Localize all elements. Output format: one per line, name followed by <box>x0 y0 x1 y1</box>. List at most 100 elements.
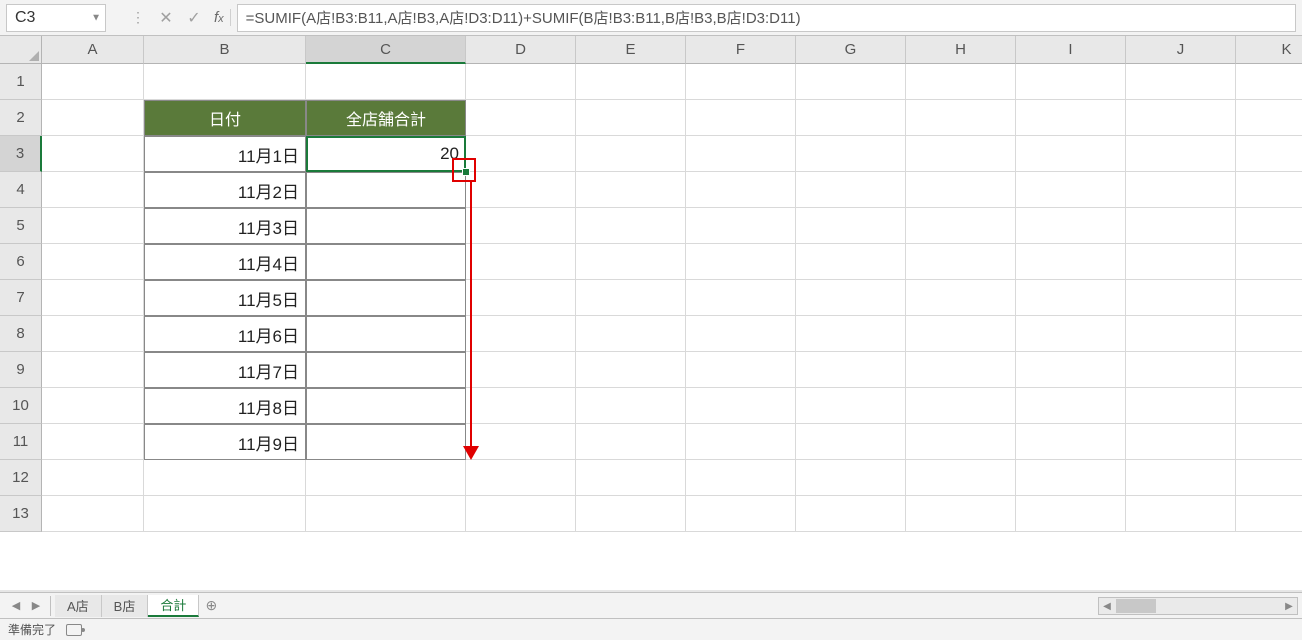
cancel-icon[interactable]: ✕ <box>152 4 180 32</box>
cell[interactable] <box>576 64 686 100</box>
fill-handle[interactable] <box>462 168 470 176</box>
cell[interactable] <box>1236 208 1302 244</box>
total-cell[interactable] <box>306 208 466 244</box>
cell[interactable] <box>576 424 686 460</box>
cell[interactable] <box>576 100 686 136</box>
cell[interactable] <box>1126 100 1236 136</box>
cell[interactable] <box>906 64 1016 100</box>
cell[interactable] <box>686 424 796 460</box>
cell[interactable] <box>1236 172 1302 208</box>
cell[interactable] <box>576 496 686 532</box>
cell[interactable] <box>466 388 576 424</box>
cell[interactable] <box>796 64 906 100</box>
cell[interactable] <box>576 172 686 208</box>
cell[interactable] <box>1126 424 1236 460</box>
cell[interactable] <box>42 460 144 496</box>
cell[interactable] <box>906 208 1016 244</box>
date-cell[interactable]: 11月6日 <box>144 316 306 352</box>
cell[interactable] <box>1016 460 1126 496</box>
cell[interactable] <box>686 172 796 208</box>
cell[interactable] <box>42 496 144 532</box>
cell[interactable] <box>42 424 144 460</box>
sheet-tab[interactable]: 合計 <box>148 595 199 617</box>
cell[interactable] <box>906 460 1016 496</box>
column-header[interactable]: F <box>686 36 796 64</box>
row-header[interactable]: 5 <box>0 208 42 244</box>
cell[interactable] <box>576 136 686 172</box>
macro-record-icon[interactable] <box>66 624 82 636</box>
cell[interactable] <box>1236 316 1302 352</box>
cell[interactable] <box>576 316 686 352</box>
cell[interactable] <box>796 136 906 172</box>
cell[interactable] <box>686 280 796 316</box>
cell[interactable] <box>576 352 686 388</box>
column-header[interactable]: C <box>306 36 466 64</box>
column-header[interactable]: J <box>1126 36 1236 64</box>
cell[interactable] <box>686 244 796 280</box>
cell[interactable] <box>796 208 906 244</box>
function-menu-icon[interactable]: ⋮ <box>124 4 152 32</box>
date-cell[interactable]: 11月5日 <box>144 280 306 316</box>
total-cell[interactable] <box>306 172 466 208</box>
cell[interactable] <box>466 244 576 280</box>
table-header-date[interactable]: 日付 <box>144 100 306 136</box>
cell[interactable] <box>466 64 576 100</box>
sheet-tab[interactable]: B店 <box>102 595 149 617</box>
enter-icon[interactable]: ✓ <box>180 4 208 32</box>
name-box[interactable]: C3 ▼ <box>6 4 106 32</box>
row-header[interactable]: 10 <box>0 388 42 424</box>
cell[interactable] <box>1236 244 1302 280</box>
cell[interactable] <box>1016 208 1126 244</box>
cell[interactable] <box>1126 208 1236 244</box>
cell[interactable] <box>576 460 686 496</box>
column-header[interactable]: A <box>42 36 144 64</box>
cell[interactable] <box>686 64 796 100</box>
cell[interactable] <box>42 280 144 316</box>
cell[interactable] <box>796 172 906 208</box>
cell[interactable] <box>906 244 1016 280</box>
cell[interactable] <box>796 496 906 532</box>
total-cell[interactable]: 20 <box>306 136 466 172</box>
cell[interactable] <box>686 136 796 172</box>
cell[interactable] <box>466 208 576 244</box>
cell[interactable] <box>42 352 144 388</box>
cell[interactable] <box>686 388 796 424</box>
horizontal-scrollbar[interactable]: ◀ ▶ <box>1098 597 1298 615</box>
cell[interactable] <box>42 208 144 244</box>
cell[interactable] <box>1126 316 1236 352</box>
cell[interactable] <box>686 208 796 244</box>
cell[interactable] <box>686 352 796 388</box>
total-cell[interactable] <box>306 352 466 388</box>
date-cell[interactable]: 11月8日 <box>144 388 306 424</box>
formula-input[interactable]: =SUMIF(A店!B3:B11,A店!B3,A店!D3:D11)+SUMIF(… <box>237 4 1296 32</box>
cell[interactable] <box>1016 424 1126 460</box>
cell[interactable] <box>466 460 576 496</box>
cell[interactable] <box>796 280 906 316</box>
cell[interactable] <box>1016 100 1126 136</box>
scroll-left-icon[interactable]: ◀ <box>1099 598 1115 614</box>
tab-nav-next-icon[interactable]: ▶ <box>28 598 44 614</box>
table-header-total[interactable]: 全店舗合計 <box>306 100 466 136</box>
cell[interactable] <box>466 352 576 388</box>
row-header[interactable]: 1 <box>0 64 42 100</box>
cell[interactable] <box>1126 352 1236 388</box>
row-header[interactable]: 9 <box>0 352 42 388</box>
date-cell[interactable]: 11月2日 <box>144 172 306 208</box>
column-header[interactable]: K <box>1236 36 1302 64</box>
total-cell[interactable] <box>306 424 466 460</box>
cell[interactable] <box>1126 244 1236 280</box>
cell[interactable] <box>42 388 144 424</box>
cell[interactable] <box>796 388 906 424</box>
add-sheet-button[interactable]: ⊕ <box>199 595 223 617</box>
cell[interactable] <box>906 136 1016 172</box>
cell[interactable] <box>576 280 686 316</box>
row-header[interactable]: 7 <box>0 280 42 316</box>
sheet-tab[interactable]: A店 <box>55 595 102 617</box>
cell[interactable] <box>1016 496 1126 532</box>
cell[interactable] <box>906 280 1016 316</box>
select-all-corner[interactable] <box>0 36 42 64</box>
cell[interactable] <box>42 316 144 352</box>
cell[interactable] <box>1126 136 1236 172</box>
cell[interactable] <box>306 460 466 496</box>
cell[interactable] <box>686 100 796 136</box>
